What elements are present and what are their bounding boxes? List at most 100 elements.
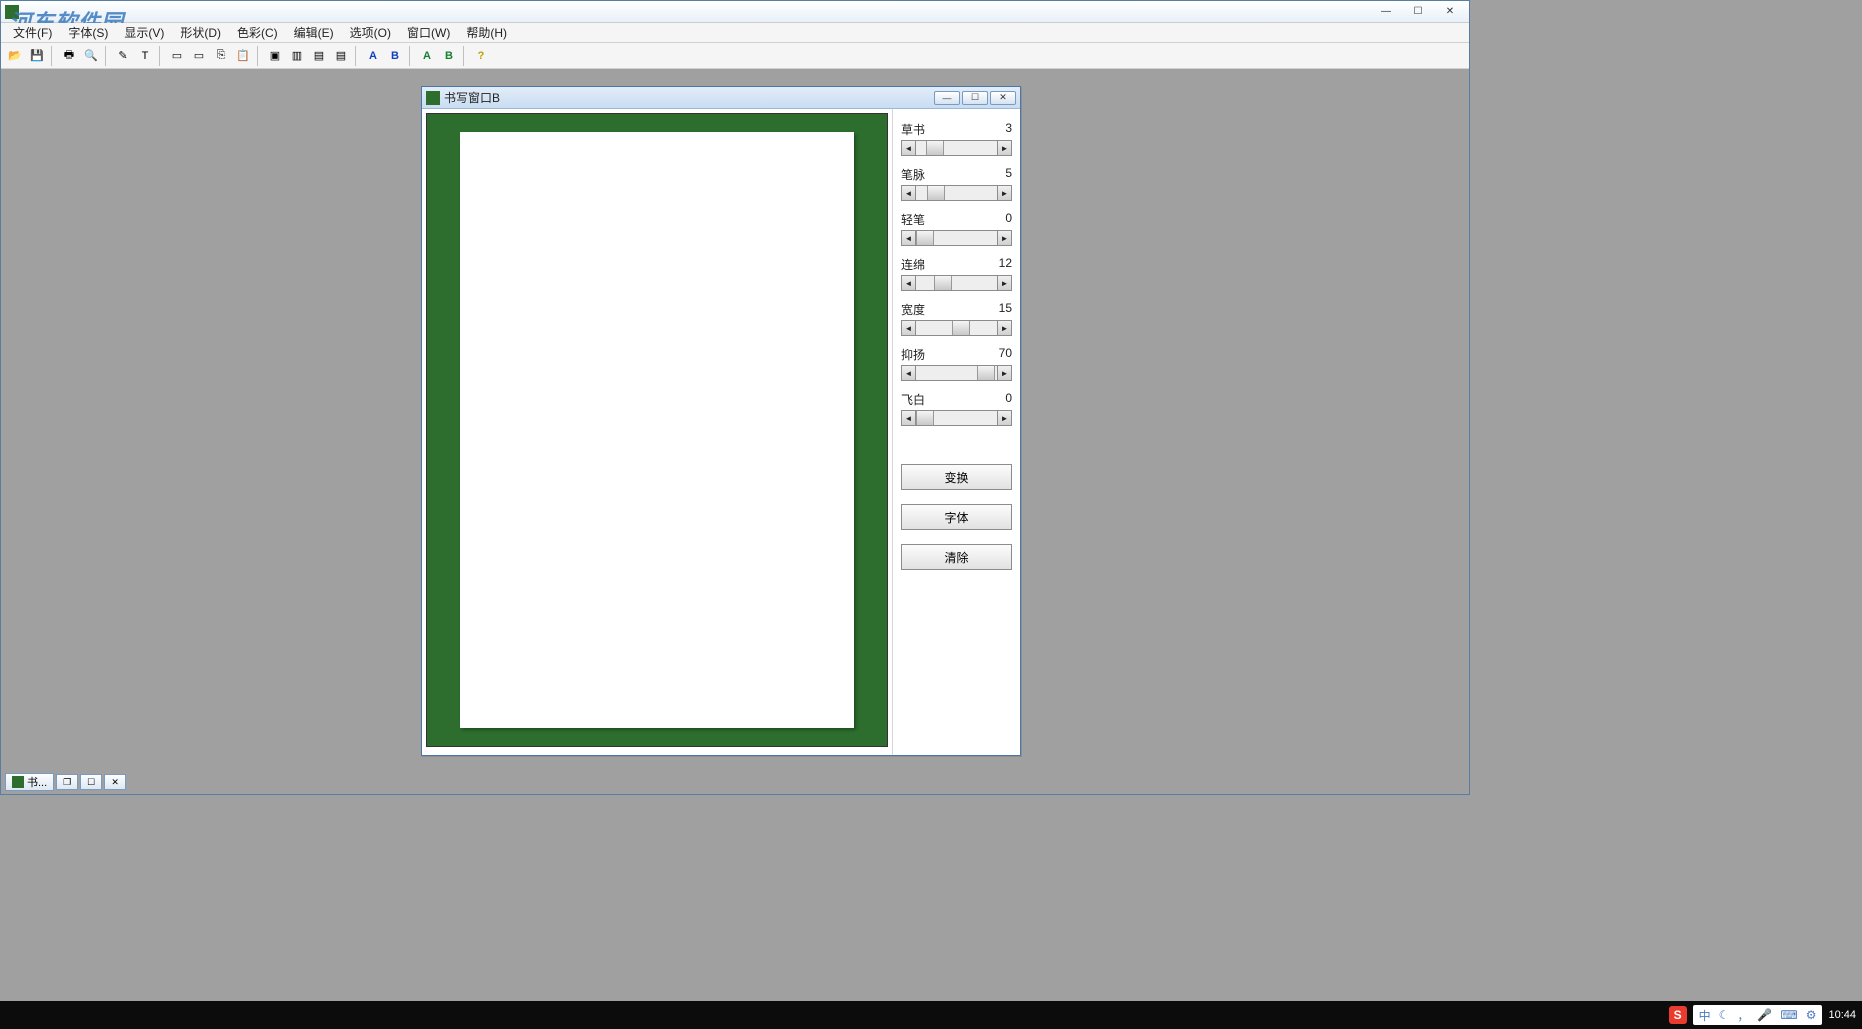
slider-left-arrow[interactable]: ◄ <box>902 186 916 200</box>
mdi-close-button[interactable]: ✕ <box>104 774 126 790</box>
menu-font[interactable]: 字体(S) <box>62 22 114 43</box>
ime-moon-icon[interactable]: ☾ <box>1719 1008 1730 1022</box>
tool-layer3[interactable]: ▤ <box>309 46 329 66</box>
tool-paste[interactable]: 📋 <box>233 46 253 66</box>
titlebar: — ☐ ✕ <box>1 1 1469 23</box>
slider-right-arrow[interactable]: ► <box>997 321 1011 335</box>
slider-left-arrow[interactable]: ◄ <box>902 231 916 245</box>
slider-inner[interactable] <box>916 276 997 290</box>
slider-right-arrow[interactable]: ► <box>997 141 1011 155</box>
tool-a-green[interactable]: A <box>417 46 437 66</box>
child-window-icon <box>426 91 440 105</box>
slider-track[interactable]: ◄ ► <box>901 365 1012 381</box>
slider-track[interactable]: ◄ ► <box>901 410 1012 426</box>
minimize-button[interactable]: — <box>1371 4 1401 20</box>
ime-punct-icon[interactable]: ， <box>1737 1007 1749 1024</box>
ime-gear-icon[interactable]: ⚙ <box>1806 1008 1817 1022</box>
mdi-restore-button[interactable]: ❐ <box>56 774 78 790</box>
slider-left-arrow[interactable]: ◄ <box>902 411 916 425</box>
tool-a-blue[interactable]: A <box>363 46 383 66</box>
tool-b-green[interactable]: B <box>439 46 459 66</box>
tool-layer1[interactable]: ▣ <box>265 46 285 66</box>
ime-mic-icon[interactable]: 🎤 <box>1757 1008 1772 1022</box>
slider-value: 70 <box>999 346 1012 363</box>
clock[interactable]: 10:44 <box>1828 1009 1856 1021</box>
tool-help-icon[interactable]: ? <box>471 46 491 66</box>
tool-save[interactable]: 💾 <box>27 46 47 66</box>
slider-right-arrow[interactable]: ► <box>997 411 1011 425</box>
tool-copy[interactable]: ⎘ <box>211 46 231 66</box>
menu-edit[interactable]: 编辑(E) <box>288 22 340 43</box>
taskbar: S 中 ☾ ， 🎤 ⌨ ⚙ 10:44 <box>0 1001 1862 1029</box>
mdi-maximize-button[interactable]: ☐ <box>80 774 102 790</box>
close-button[interactable]: ✕ <box>1435 4 1465 20</box>
slider-label: 笔脉 <box>901 166 925 183</box>
tool-layer2[interactable]: ▥ <box>287 46 307 66</box>
slider-thumb[interactable] <box>934 276 952 290</box>
menu-help[interactable]: 帮助(H) <box>460 22 513 43</box>
slider-inner[interactable] <box>916 411 997 425</box>
slider-thumb[interactable] <box>977 366 995 380</box>
tool-preview[interactable]: 🔍 <box>81 46 101 66</box>
slider-inner[interactable] <box>916 321 997 335</box>
slider-inner[interactable] <box>916 186 997 200</box>
ime-keyboard-icon[interactable]: ⌨ <box>1780 1008 1797 1022</box>
tool-b-blue[interactable]: B <box>385 46 405 66</box>
tool-rect2[interactable]: ▭ <box>189 46 209 66</box>
slider-thumb[interactable] <box>916 411 934 425</box>
slider-inner[interactable] <box>916 231 997 245</box>
slider-left-arrow[interactable]: ◄ <box>902 141 916 155</box>
slider-track[interactable]: ◄ ► <box>901 275 1012 291</box>
tool-layer4[interactable]: ▤ <box>331 46 351 66</box>
menu-file[interactable]: 文件(F) <box>7 22 58 43</box>
slider-label: 连绵 <box>901 256 925 273</box>
clear-button[interactable]: 清除 <box>901 544 1012 570</box>
slider-left-arrow[interactable]: ◄ <box>902 276 916 290</box>
child-close-button[interactable]: ✕ <box>990 91 1016 105</box>
tool-open[interactable]: 📂 <box>5 46 25 66</box>
slider-right-arrow[interactable]: ► <box>997 276 1011 290</box>
menu-window[interactable]: 窗口(W) <box>401 22 456 43</box>
transform-button[interactable]: 变换 <box>901 464 1012 490</box>
child-minimize-button[interactable]: — <box>934 91 960 105</box>
child-title: 书写窗口B <box>444 89 500 106</box>
maximize-button[interactable]: ☐ <box>1403 4 1433 20</box>
slider-left-arrow[interactable]: ◄ <box>902 321 916 335</box>
slider-label: 轻笔 <box>901 211 925 228</box>
canvas-page[interactable] <box>460 132 854 728</box>
tool-pen[interactable]: ✎ <box>113 46 133 66</box>
slider-left-arrow[interactable]: ◄ <box>902 366 916 380</box>
slider-thumb[interactable] <box>916 231 934 245</box>
slider-label: 飞白 <box>901 391 925 408</box>
slider-thumb[interactable] <box>927 186 945 200</box>
menu-shape[interactable]: 形状(D) <box>174 22 227 43</box>
slider-track[interactable]: ◄ ► <box>901 185 1012 201</box>
child-maximize-button[interactable]: ☐ <box>962 91 988 105</box>
menu-display[interactable]: 显示(V) <box>118 22 170 43</box>
menu-options[interactable]: 选项(O) <box>344 22 397 43</box>
slider-track[interactable]: ◄ ► <box>901 320 1012 336</box>
ime-sogou-icon[interactable]: S <box>1669 1006 1687 1024</box>
menu-color[interactable]: 色彩(C) <box>231 22 284 43</box>
slider-thumb[interactable] <box>926 141 944 155</box>
mdi-tab-icon <box>12 776 24 788</box>
main-window: 河东软件园 www.pc0359.cn — ☐ ✕ 文件(F) 字体(S) 显示… <box>0 0 1470 795</box>
slider-轻笔: 轻笔 0 ◄ ► <box>901 211 1012 246</box>
slider-inner[interactable] <box>916 141 997 155</box>
slider-track[interactable]: ◄ ► <box>901 140 1012 156</box>
slider-right-arrow[interactable]: ► <box>997 366 1011 380</box>
slider-label: 草书 <box>901 121 925 138</box>
slider-track[interactable]: ◄ ► <box>901 230 1012 246</box>
ime-cn-icon[interactable]: 中 <box>1699 1007 1711 1024</box>
child-titlebar[interactable]: 书写窗口B — ☐ ✕ <box>422 87 1020 109</box>
tool-text[interactable]: T <box>135 46 155 66</box>
slider-inner[interactable] <box>916 366 997 380</box>
tool-rect1[interactable]: ▭ <box>167 46 187 66</box>
tool-print[interactable]: 🖶 <box>59 46 79 66</box>
slider-right-arrow[interactable]: ► <box>997 231 1011 245</box>
font-button[interactable]: 字体 <box>901 504 1012 530</box>
slider-right-arrow[interactable]: ► <box>997 186 1011 200</box>
slider-value: 5 <box>1005 166 1012 183</box>
mdi-tab-writing[interactable]: 书... <box>5 773 54 791</box>
slider-thumb[interactable] <box>952 321 970 335</box>
